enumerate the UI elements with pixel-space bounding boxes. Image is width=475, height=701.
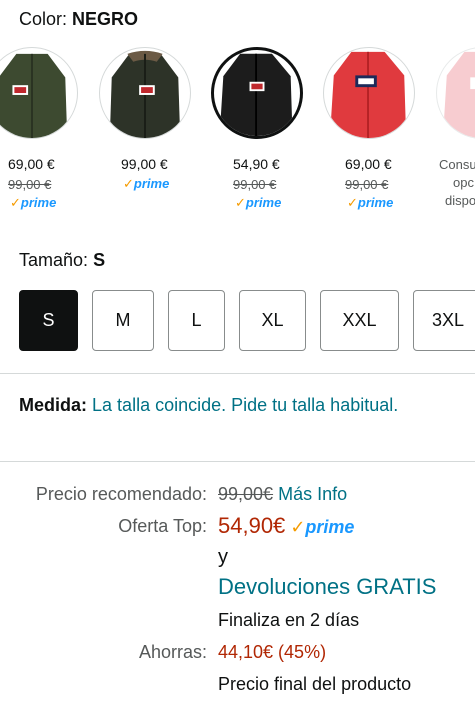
prime-check-icon: ✓	[10, 195, 21, 210]
color-swatch-rosa[interactable]: Consu opc dispo	[436, 44, 475, 219]
swatch-price: 69,00 €	[8, 156, 55, 172]
deal-price: 54,90€	[218, 513, 286, 538]
color-swatch-verde-oscuro[interactable]: 99,00 € ✓prime	[99, 44, 209, 219]
fit-label: Medida:	[19, 395, 88, 415]
color-swatch-list: 69,00 € 99,00 € ✓prime 99,00 € ✓prime 54…	[0, 44, 475, 219]
prime-check-icon: ✓	[123, 176, 134, 191]
prime-check-icon: ✓	[235, 195, 246, 210]
color-selection-label: Color: NEGRO	[19, 9, 138, 30]
deal-label: Oferta Top:	[118, 516, 207, 536]
recommended-price: 99,00€	[218, 484, 274, 504]
swatch-image[interactable]	[436, 47, 475, 139]
swatch-list-price: 99,00 €	[8, 177, 52, 192]
swatch-image[interactable]	[99, 47, 191, 139]
section-divider	[0, 461, 475, 462]
availability-line: dispo	[445, 193, 475, 209]
size-label: Tamaño:	[19, 250, 89, 270]
final-price-note: Precio final del producto	[218, 674, 412, 694]
swatch-list-price: 99,00 €	[345, 177, 389, 192]
color-swatch-negro[interactable]: 54,90 € 99,00 € ✓prime	[211, 44, 321, 219]
prime-badge: ✓prime	[290, 517, 355, 537]
and-text: y	[218, 546, 228, 568]
swatch-image[interactable]	[323, 47, 415, 139]
swatch-price: 99,00 €	[121, 156, 168, 172]
swatch-image[interactable]	[0, 47, 78, 139]
size-option-l[interactable]: L	[168, 290, 225, 351]
prime-check-icon: ✓	[290, 517, 306, 537]
jacket-thumbnail-icon	[109, 50, 181, 138]
jacket-thumbnail-icon	[219, 53, 293, 136]
swatch-availability-note: Consu opc dispo	[439, 156, 475, 211]
size-option-m[interactable]: M	[92, 290, 154, 351]
size-option-xl[interactable]: XL	[239, 290, 306, 351]
size-option-s[interactable]: S	[19, 290, 78, 351]
recommended-price-row: 99,00€ Más Info	[218, 484, 347, 505]
color-swatch-verde[interactable]: 69,00 € 99,00 € ✓prime	[0, 44, 96, 219]
swatch-list-price: 99,00 €	[233, 177, 277, 192]
color-label: Color:	[19, 9, 68, 29]
free-returns-link[interactable]: Devoluciones GRATIS	[218, 574, 436, 600]
more-info-link[interactable]: Más Info	[278, 484, 347, 504]
deal-ends-text: Finaliza en 2 días	[218, 610, 360, 630]
availability-line: opc	[453, 175, 474, 191]
prime-badge: ✓prime	[235, 195, 282, 210]
swatch-image[interactable]	[211, 47, 303, 139]
prime-badge: ✓prime	[123, 176, 170, 191]
jacket-thumbnail-icon	[329, 51, 407, 138]
savings-value: 44,10€ (45%)	[218, 642, 327, 662]
color-value: NEGRO	[72, 9, 139, 29]
size-selection-label: Tamaño: S	[19, 250, 105, 271]
prime-badge: ✓prime	[10, 195, 57, 210]
swatch-price: 69,00 €	[345, 156, 392, 172]
swatch-price: 54,90 €	[233, 156, 280, 172]
prime-check-icon: ✓	[347, 195, 358, 210]
size-value: S	[93, 250, 106, 270]
section-divider	[0, 373, 475, 374]
fit-link[interactable]: La talla coincide. Pide tu talla habitua…	[92, 395, 398, 415]
prime-badge: ✓prime	[347, 195, 394, 210]
savings-label: Ahorras:	[138, 642, 207, 662]
size-option-3xl[interactable]: 3XL	[413, 290, 475, 351]
fit-info: Medida: La talla coincide. Pide tu talla…	[19, 392, 439, 419]
jacket-thumbnail-icon	[442, 51, 475, 138]
recommended-price-label: Precio recomendado:	[35, 484, 207, 504]
jacket-thumbnail-icon	[0, 53, 68, 138]
color-swatch-rojo[interactable]: 69,00 € 99,00 € ✓prime	[323, 44, 433, 219]
availability-line: Consu	[439, 157, 475, 172]
size-option-xxl[interactable]: XXL	[320, 290, 399, 351]
deal-price-row: 54,90€ ✓prime	[218, 513, 354, 539]
